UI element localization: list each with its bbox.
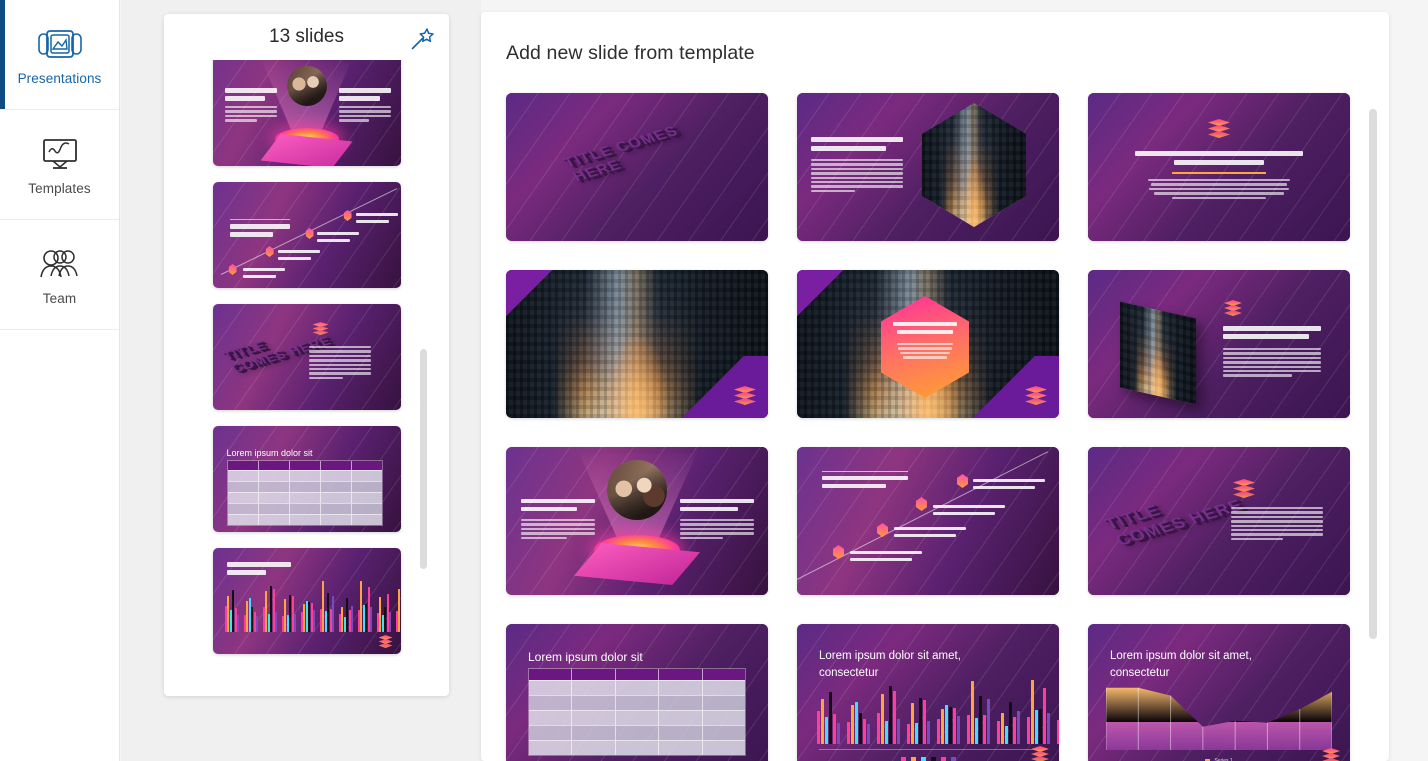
slides-panel: 13 slides TITLE COMES HERE Lorem ipsum d… — [164, 14, 449, 696]
slide-title: Lorem ipsum dolor sit — [528, 650, 643, 664]
bar-group — [1057, 697, 1059, 744]
sidebar-item-label: Templates — [28, 180, 91, 196]
sidebar-item-label: Team — [42, 290, 77, 306]
legend-swatch — [930, 757, 936, 761]
legend-swatch — [950, 757, 956, 761]
templates-scrollbar[interactable] — [1369, 109, 1377, 639]
bar-group — [817, 691, 840, 744]
bar-group — [997, 701, 1020, 744]
template-card-table[interactable]: Lorem ipsum dolor sit — [506, 624, 768, 761]
bar-group — [1027, 680, 1050, 744]
bar-group — [877, 686, 900, 744]
template-card-image-with-hex-overlay[interactable] — [797, 270, 1059, 418]
bar-group — [300, 600, 315, 632]
bar-group — [907, 697, 930, 744]
sidebar-item-team[interactable]: Team — [0, 220, 119, 330]
slide-title: Lorem ipsum dolor sit — [226, 448, 313, 458]
template-grid: TITLE COMES HERE TITLE COMES HERE Lorem … — [481, 65, 1389, 761]
bar-group — [376, 593, 391, 632]
bar-group — [224, 589, 239, 632]
bar-group — [937, 704, 960, 744]
template-card-text-with-hex-image[interactable] — [797, 93, 1059, 241]
bar-group — [338, 598, 353, 632]
bar-group — [243, 598, 258, 632]
slides-panel-scrollbar[interactable] — [420, 349, 427, 569]
bar-group — [281, 594, 296, 632]
brand-logo-icon — [1233, 479, 1255, 501]
legend-swatch — [940, 757, 946, 761]
legend-swatch — [920, 757, 926, 761]
corner-accent — [797, 270, 843, 316]
list-item[interactable] — [212, 60, 401, 166]
brand-logo-icon — [1224, 300, 1242, 318]
page-title: Add new slide from template — [506, 42, 755, 64]
brand-logo-icon — [1031, 746, 1049, 761]
brand-logo-icon — [378, 635, 393, 649]
brand-logo-icon — [1025, 386, 1047, 408]
templates-monitor-icon — [37, 134, 83, 174]
brand-logo-icon — [734, 386, 756, 408]
list-item[interactable] — [212, 182, 401, 288]
legend-swatch — [910, 757, 916, 761]
brand-logo-icon — [312, 322, 329, 338]
slide-thumbnail-list[interactable]: TITLE COMES HERE Lorem ipsum dolor sit — [164, 60, 449, 696]
bar-group — [395, 588, 401, 632]
legend-swatch — [900, 757, 906, 761]
team-people-icon — [37, 244, 83, 284]
list-item[interactable]: TITLE COMES HERE — [212, 304, 401, 410]
slides-panel-header: 13 slides — [164, 14, 449, 60]
left-sidebar: Presentations Templates Team — [0, 0, 120, 761]
slides-panel-background: 13 slides TITLE COMES HERE Lorem ipsum d… — [121, 0, 481, 761]
template-card-iso-image-with-text[interactable] — [1088, 270, 1350, 418]
template-card-hologram-two-column[interactable] — [506, 447, 768, 595]
brand-logo-icon — [1208, 119, 1230, 141]
sidebar-item-presentations[interactable]: Presentations — [0, 0, 119, 110]
template-card-bar-chart[interactable]: Lorem ipsum dolor sit amet, consectetur — [797, 624, 1059, 761]
presentations-icon — [37, 24, 83, 64]
bar-group — [967, 681, 990, 744]
magic-wand-icon[interactable] — [409, 26, 435, 52]
bar-group — [262, 585, 277, 632]
corner-accent — [506, 270, 552, 316]
list-item[interactable]: Lorem ipsum dolor sit — [212, 426, 401, 532]
template-card-full-bleed-image[interactable] — [506, 270, 768, 418]
slide-count-label: 13 slides — [269, 26, 344, 47]
template-card-diagonal-timeline[interactable] — [797, 447, 1059, 595]
app-root: Presentations Templates Team 13 slides T… — [0, 0, 1428, 761]
template-card-area-chart[interactable]: Lorem ipsum dolor sit amet, consectetur … — [1088, 624, 1350, 761]
bar-group — [319, 581, 334, 632]
sidebar-item-label: Presentations — [17, 70, 102, 86]
list-item[interactable] — [212, 548, 401, 654]
chart-legend — [797, 757, 1059, 761]
sidebar-item-templates[interactable]: Templates — [0, 110, 119, 220]
bar-group — [357, 580, 372, 632]
area-chart-plot — [1106, 687, 1332, 750]
template-gallery-panel: Add new slide from template TITLE COMES H… — [481, 12, 1389, 761]
template-card-centered-text[interactable] — [1088, 93, 1350, 241]
brand-logo-icon — [1322, 748, 1340, 761]
bar-chart-plot — [817, 672, 1059, 744]
template-card-iso-title-with-text[interactable]: TITLE COMES HERE — [1088, 447, 1350, 595]
template-card-title-cover[interactable]: TITLE COMES HERE — [506, 93, 768, 241]
bar-group — [847, 701, 870, 744]
